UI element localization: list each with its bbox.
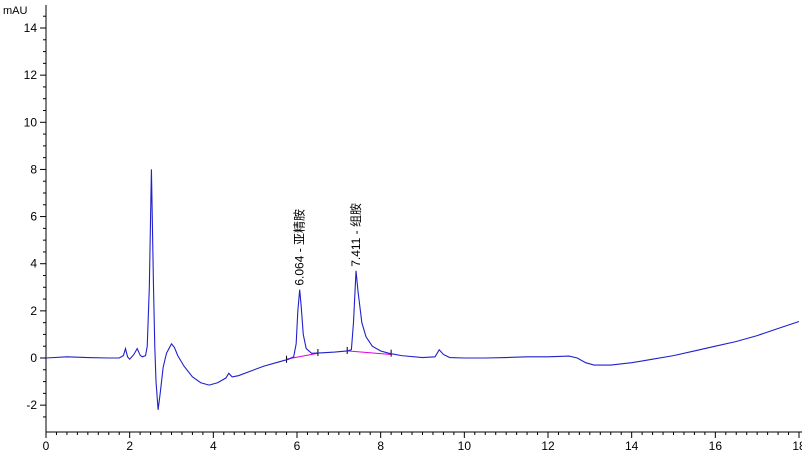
y-tick-label: 4	[30, 257, 37, 271]
x-tick-label: 18	[792, 439, 802, 451]
y-tick-label: 12	[24, 68, 38, 82]
x-tick-label: 10	[458, 439, 472, 451]
y-tick-label: 0	[30, 351, 37, 365]
y-tick-label: 10	[24, 115, 38, 129]
x-tick-label: 4	[210, 439, 217, 451]
x-tick-label: 14	[625, 439, 639, 451]
peak-label: 7.411 - 组胺	[349, 203, 363, 267]
x-tick-label: 6	[294, 439, 301, 451]
y-tick-label: 14	[24, 21, 38, 35]
y-tick-label: -2	[26, 398, 37, 412]
y-tick-label: 8	[30, 162, 37, 176]
chromatogram-svg: mAU -2 0 2 4 6 8 10 12 14 0 2 4 6 8 10 12 14 16 18 6.064 - 亚…	[3, 5, 802, 451]
x-tick-label: 8	[377, 439, 384, 451]
y-axis-label: mAU	[3, 5, 28, 17]
y-tick-label: 6	[30, 210, 37, 224]
chromatogram: mAU -2 0 2 4 6 8 10 12 14 0 2 4 6 8 10 12 14 16 18 6.064 - 亚…	[0, 0, 802, 451]
y-tick-label: 2	[30, 304, 37, 318]
x-tick-label: 0	[43, 439, 50, 451]
x-tick-label: 2	[126, 439, 133, 451]
x-tick-label: 16	[709, 439, 723, 451]
chromatogram-trace	[45, 169, 800, 410]
peak-label: 6.064 - 亚精胺	[293, 209, 307, 286]
x-tick-label: 12	[541, 439, 555, 451]
